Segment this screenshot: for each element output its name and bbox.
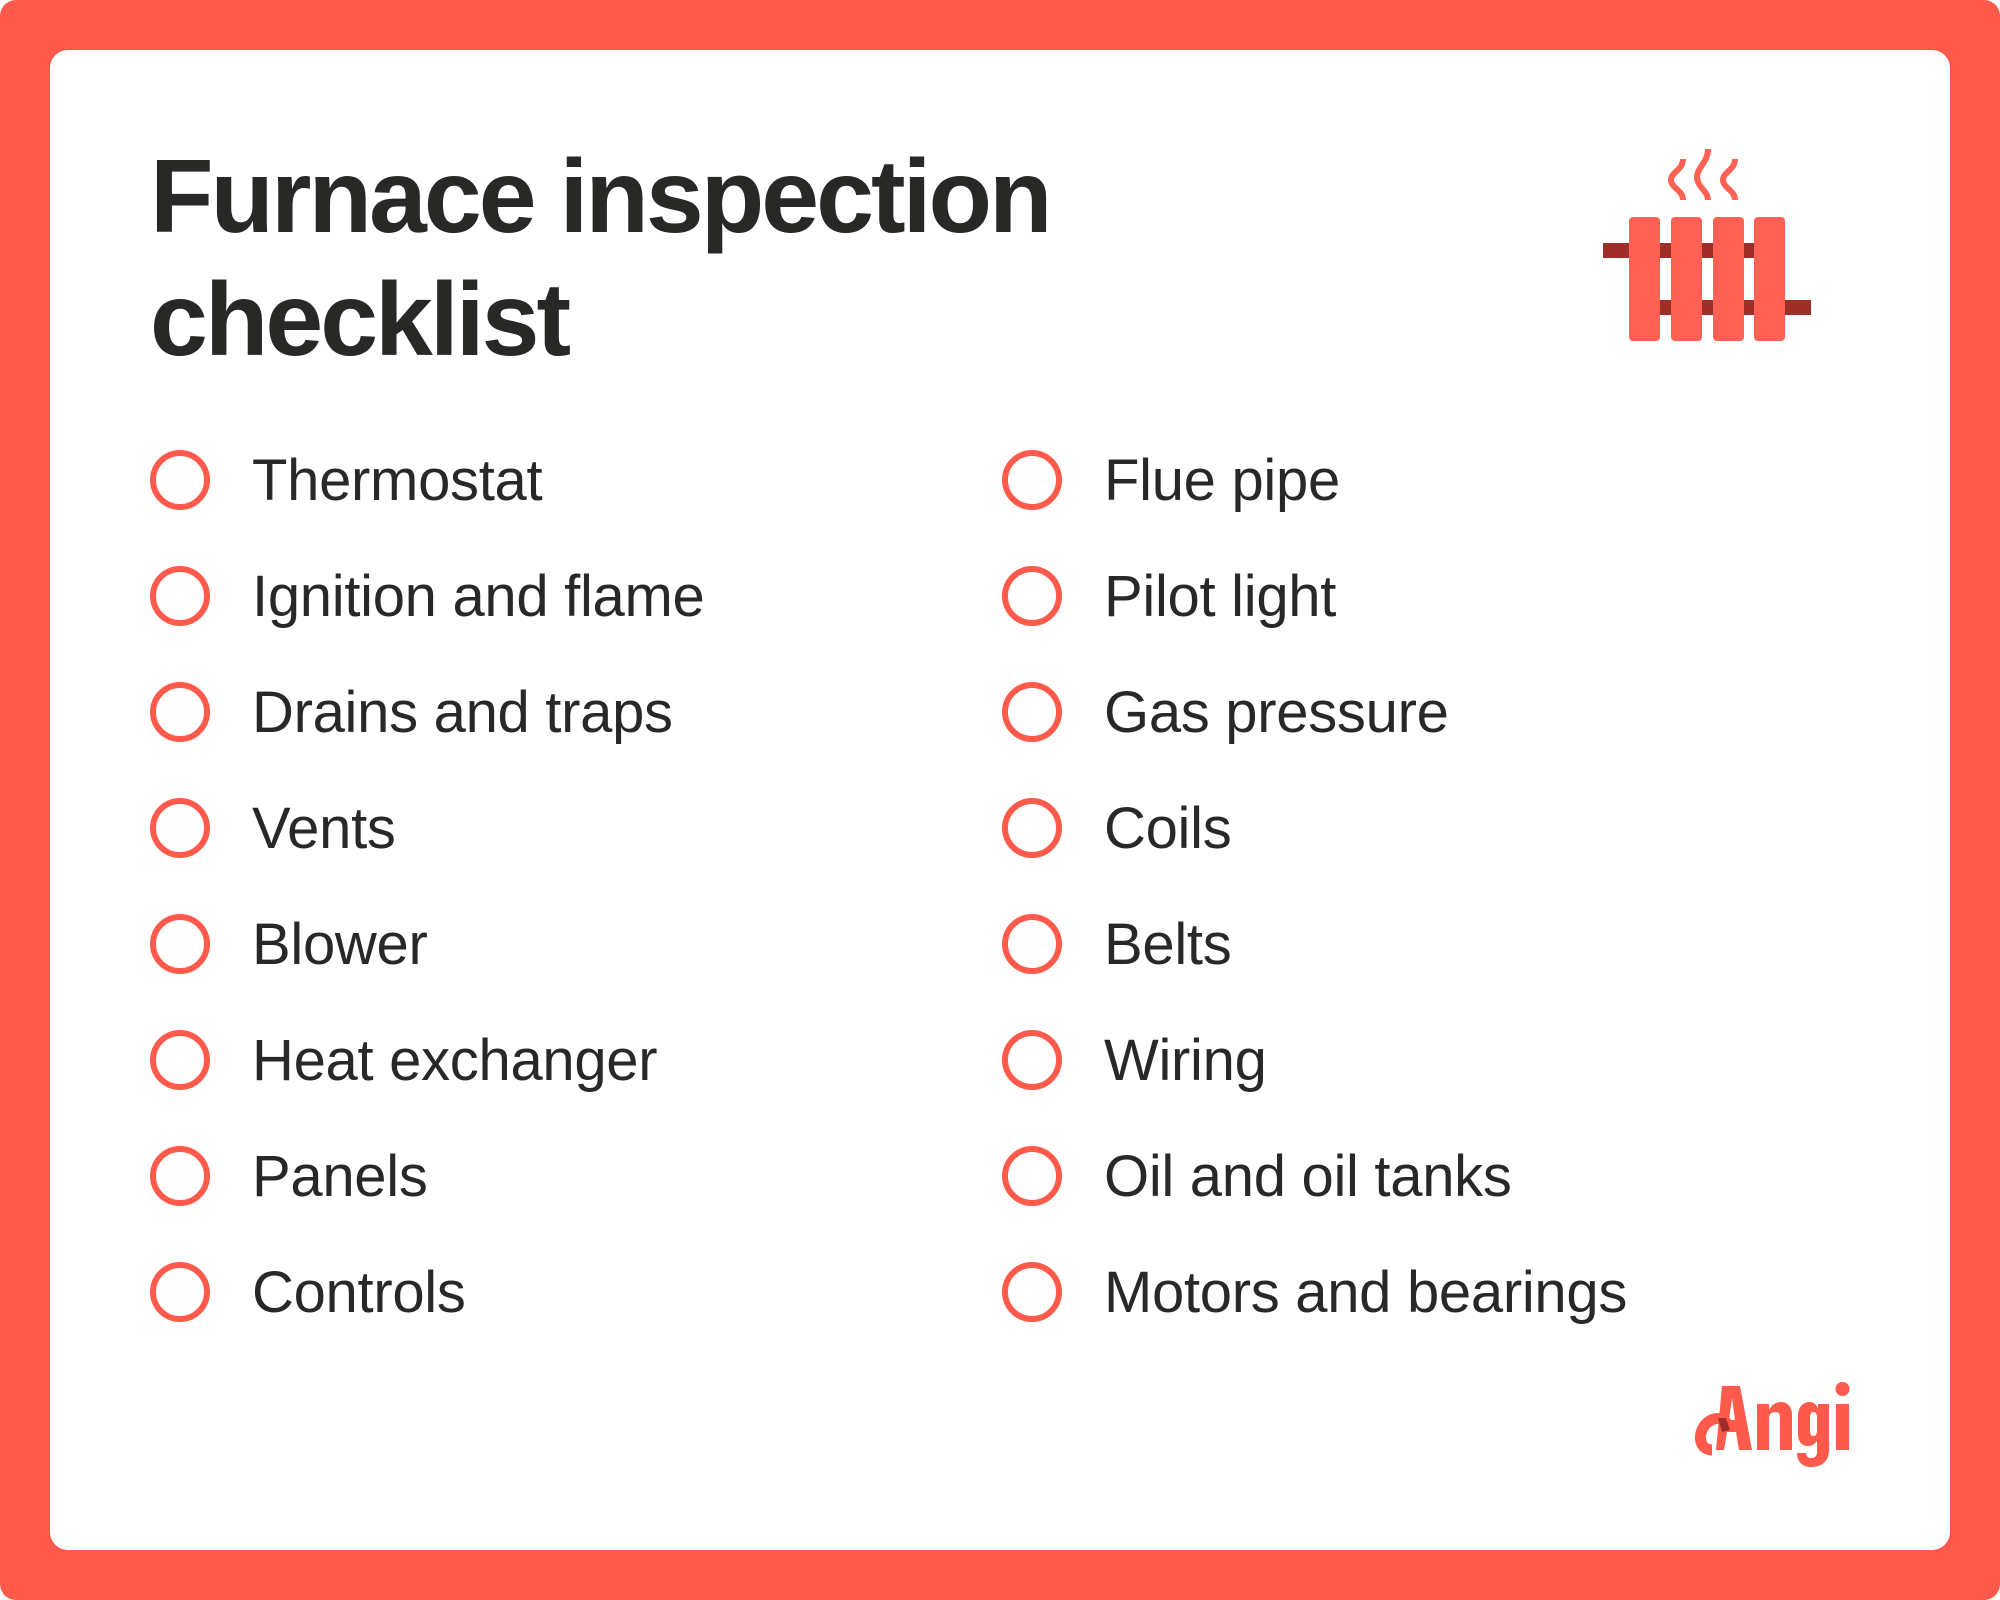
fin-4 xyxy=(1754,217,1785,341)
fin-2 xyxy=(1671,217,1702,341)
checklist-item-label: Flue pipe xyxy=(1104,447,1340,513)
checkbox-circle-icon[interactable] xyxy=(150,1262,210,1322)
checkbox-circle-icon[interactable] xyxy=(1002,1146,1062,1206)
checkbox-circle-icon[interactable] xyxy=(1002,798,1062,858)
checklist-item-label: Belts xyxy=(1104,911,1232,977)
checklist-item[interactable]: Heat exchanger xyxy=(150,1020,658,1100)
angi-logo-letter-i-stem xyxy=(1836,1404,1849,1450)
checklist-item-label: Coils xyxy=(1104,795,1232,861)
checklist-item-label: Wiring xyxy=(1104,1027,1267,1093)
checkbox-circle-icon[interactable] xyxy=(150,682,210,742)
checkbox-circle-icon[interactable] xyxy=(1002,566,1062,626)
angi-logo: Angi xyxy=(1694,1382,1850,1467)
checklist-item[interactable]: Vents xyxy=(150,788,396,868)
checkbox-circle-icon[interactable] xyxy=(150,914,210,974)
checklist-item-label: Heat exchanger xyxy=(252,1027,658,1093)
checklist-item[interactable]: Gas pressure xyxy=(1002,672,1449,752)
checklist-item-label: Pilot light xyxy=(1104,563,1337,629)
checklist-item[interactable]: Blower xyxy=(150,904,428,984)
checklist-item-label: Drains and traps xyxy=(252,679,673,745)
checklist-item[interactable]: Drains and traps xyxy=(150,672,673,752)
checkbox-circle-icon[interactable] xyxy=(1002,1262,1062,1322)
checkbox-circle-icon[interactable] xyxy=(1002,914,1062,974)
title-line-1: Furnace inspection xyxy=(150,139,1053,255)
checkbox-circle-icon[interactable] xyxy=(150,450,210,510)
checklist-item-label: Thermostat xyxy=(252,447,543,513)
angi-logo-letter-g xyxy=(1797,1402,1829,1467)
angi-logo-letter-i-dot xyxy=(1835,1382,1850,1396)
angi-logo-letter-n xyxy=(1757,1402,1792,1450)
checklist-item[interactable]: Panels xyxy=(150,1136,428,1216)
checklist-item[interactable]: Controls xyxy=(150,1252,466,1332)
checklist-item[interactable]: Motors and bearings xyxy=(1002,1252,1627,1332)
checklist-item-label: Ignition and flame xyxy=(252,563,705,629)
checklist-item[interactable]: Ignition and flame xyxy=(150,556,705,636)
checklist-item[interactable]: Belts xyxy=(1002,904,1232,984)
checklist-item[interactable]: Wiring xyxy=(1002,1020,1267,1100)
radiator-heat-icon xyxy=(1603,148,1811,341)
checklist-item-label: Panels xyxy=(252,1143,428,1209)
fin-3 xyxy=(1713,217,1744,341)
title-line-2: checklist xyxy=(150,262,571,378)
checkbox-circle-icon[interactable] xyxy=(150,1146,210,1206)
checklist-item-label: Vents xyxy=(252,795,396,861)
checklist-item-label: Oil and oil tanks xyxy=(1104,1143,1512,1209)
checklist-item[interactable]: Thermostat xyxy=(150,440,543,520)
checklist-item-label: Motors and bearings xyxy=(1104,1259,1628,1325)
checkbox-circle-icon[interactable] xyxy=(150,798,210,858)
steam-wave-middle xyxy=(1693,148,1711,201)
fin-1 xyxy=(1629,217,1660,341)
checkbox-circle-icon[interactable] xyxy=(150,566,210,626)
steam-wave-right xyxy=(1719,158,1738,201)
checklist-item[interactable]: Coils xyxy=(1002,788,1232,868)
checkbox-circle-icon[interactable] xyxy=(1002,450,1062,510)
page-title: Furnace inspection checklist xyxy=(150,136,1250,382)
checkbox-circle-icon[interactable] xyxy=(1002,1030,1062,1090)
checklist-item[interactable]: Oil and oil tanks xyxy=(1002,1136,1512,1216)
checklist-item[interactable]: Pilot light xyxy=(1002,556,1336,636)
checklist-item-label: Controls xyxy=(252,1259,466,1325)
checklist-item[interactable]: Flue pipe xyxy=(1002,440,1340,520)
steam-icon xyxy=(1667,148,1738,201)
checkbox-circle-icon[interactable] xyxy=(150,1030,210,1090)
steam-wave-left xyxy=(1667,158,1686,201)
checklist-item-label: Blower xyxy=(252,911,428,977)
checklist-item-label: Gas pressure xyxy=(1104,679,1449,745)
checkbox-circle-icon[interactable] xyxy=(1002,682,1062,742)
